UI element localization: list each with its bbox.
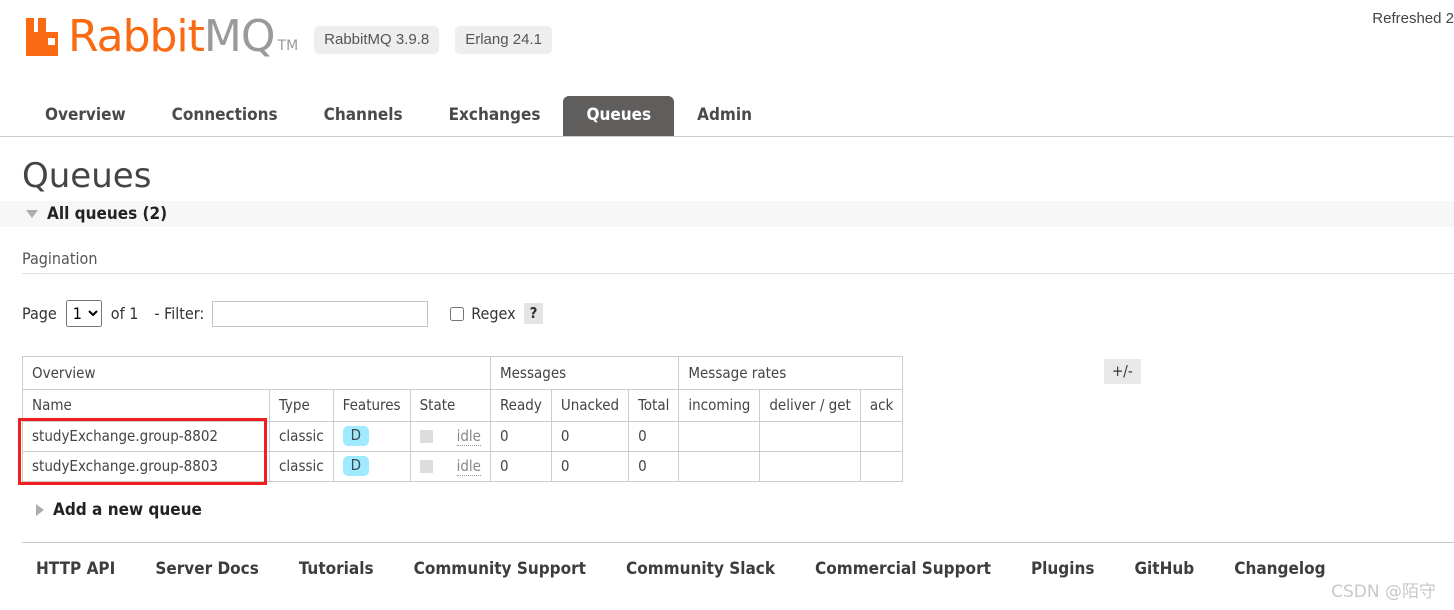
- footer-link-server-docs[interactable]: Server Docs: [155, 559, 259, 579]
- footer-link-tutorials[interactable]: Tutorials: [299, 559, 374, 579]
- queue-state: idle: [409, 451, 491, 482]
- pagination-section-label: Pagination: [22, 249, 98, 268]
- tab-overview[interactable]: Overview: [22, 96, 149, 136]
- tab-connections[interactable]: Connections: [149, 96, 301, 136]
- tab-channels[interactable]: Channels: [301, 96, 426, 136]
- all-queues-section-header[interactable]: All queues (2): [0, 201, 1454, 227]
- group-header-message-rates: Message rates: [678, 356, 904, 390]
- refreshed-status: Refreshed 2: [1372, 10, 1454, 27]
- column-header-ready[interactable]: Ready: [489, 389, 552, 422]
- rabbit-logo-icon: [26, 18, 58, 56]
- footer-link-community-slack[interactable]: Community Slack: [626, 559, 775, 579]
- messages-total: 0: [628, 451, 680, 482]
- all-queues-label: All queues (2): [47, 204, 168, 224]
- regex-checkbox[interactable]: [450, 306, 465, 321]
- footer-link-changelog[interactable]: Changelog: [1234, 559, 1325, 579]
- queue-features: D: [332, 421, 411, 452]
- queues-table: Overview Messages Message rates Name Typ…: [22, 356, 904, 482]
- queue-name-link[interactable]: studyExchange.group-8803: [22, 451, 270, 482]
- main-navigation-tabs: Overview Connections Channels Exchanges …: [0, 92, 1454, 137]
- divider: [22, 542, 1454, 543]
- rate-ack: [859, 421, 904, 452]
- column-header-features: Features: [332, 389, 411, 422]
- tab-queues[interactable]: Queues: [563, 96, 675, 136]
- add-queue-label: Add a new queue: [53, 500, 202, 520]
- column-header-type[interactable]: Type: [269, 389, 334, 422]
- toggle-columns-button[interactable]: +/-: [1104, 359, 1141, 384]
- table-column-header-row: Name Type Features State Ready Unacked T…: [22, 389, 904, 422]
- footer-links: HTTP API Server Docs Tutorials Community…: [36, 559, 1454, 579]
- regex-help-icon[interactable]: ?: [523, 303, 544, 324]
- filter-label: - Filter:: [154, 304, 205, 323]
- logo-trademark: TM: [277, 38, 299, 54]
- page-total-label: of 1: [110, 304, 139, 323]
- triangle-down-icon: [26, 210, 38, 218]
- column-header-deliver-get[interactable]: deliver / get: [759, 389, 861, 422]
- divider: [22, 273, 1454, 274]
- messages-total: 0: [628, 421, 680, 452]
- add-a-new-queue-section-header[interactable]: Add a new queue: [36, 500, 1454, 520]
- footer-link-plugins[interactable]: Plugins: [1031, 559, 1095, 579]
- brand-row: RabbitMQ TM RabbitMQ 3.9.8 Erlang 24.1: [24, 15, 552, 59]
- group-header-messages: Messages: [489, 356, 680, 390]
- column-header-ack[interactable]: ack: [859, 389, 904, 422]
- messages-unacked: 0: [550, 451, 630, 482]
- rate-incoming: [678, 421, 761, 452]
- state-swatch-icon: [419, 459, 433, 473]
- queue-features: D: [332, 451, 411, 482]
- rate-incoming: [678, 451, 761, 482]
- regex-control: Regex ?: [450, 303, 544, 324]
- state-swatch-icon: [419, 429, 433, 443]
- column-header-incoming[interactable]: incoming: [678, 389, 761, 422]
- logo-word-mq: MQ: [203, 11, 276, 62]
- queue-type: classic: [269, 421, 334, 452]
- pagination-section: Pagination: [22, 249, 1454, 274]
- rate-ack: [859, 451, 904, 482]
- group-header-overview: Overview: [22, 356, 491, 390]
- state-label: idle: [456, 426, 481, 446]
- state-label: idle: [456, 456, 481, 476]
- filter-input[interactable]: [212, 300, 429, 327]
- durable-badge: D: [342, 456, 370, 476]
- app-header: Refreshed 2 RabbitMQ TM RabbitMQ 3.9.8 E…: [0, 0, 1454, 92]
- page-title: Queues: [22, 156, 152, 196]
- queue-state: idle: [409, 421, 491, 452]
- column-header-total[interactable]: Total: [628, 389, 680, 422]
- table-row[interactable]: studyExchange.group-8802 classic D idle …: [22, 421, 904, 452]
- logo-word-rabbit: Rabbit: [68, 11, 205, 62]
- footer-link-commercial-support[interactable]: Commercial Support: [815, 559, 991, 579]
- footer-link-http-api[interactable]: HTTP API: [36, 559, 115, 579]
- logo-wordmark: RabbitMQ: [68, 15, 276, 59]
- messages-ready: 0: [489, 451, 552, 482]
- badge-rabbitmq-version: RabbitMQ 3.9.8: [314, 26, 440, 54]
- footer-link-community-support[interactable]: Community Support: [414, 559, 586, 579]
- queue-type: classic: [269, 451, 334, 482]
- table-row[interactable]: studyExchange.group-8803 classic D idle …: [22, 451, 904, 482]
- rate-deliver-get: [759, 451, 861, 482]
- tab-admin[interactable]: Admin: [674, 96, 775, 136]
- triangle-right-icon: [36, 504, 44, 516]
- column-header-name[interactable]: Name: [22, 389, 270, 422]
- queues-table-container: Overview Messages Message rates Name Typ…: [18, 356, 1454, 485]
- page-content: Queues All queues (2) Pagination Page 1 …: [0, 137, 1454, 579]
- messages-ready: 0: [489, 421, 552, 452]
- pagination-controls: Page 1 of 1 - Filter: Regex ?: [22, 300, 1454, 327]
- footer-link-github[interactable]: GitHub: [1134, 559, 1194, 579]
- page-select[interactable]: 1: [65, 300, 102, 327]
- watermark: CSDN @陌守: [1331, 582, 1436, 602]
- rate-deliver-get: [759, 421, 861, 452]
- tab-exchanges[interactable]: Exchanges: [426, 96, 564, 136]
- queue-name-link[interactable]: studyExchange.group-8802: [22, 421, 270, 452]
- badge-erlang-version: Erlang 24.1: [455, 26, 552, 54]
- regex-label: Regex: [471, 304, 516, 323]
- table-group-header-row: Overview Messages Message rates: [22, 356, 904, 390]
- messages-unacked: 0: [550, 421, 630, 452]
- column-header-state[interactable]: State: [409, 389, 491, 422]
- page-label: Page: [22, 304, 57, 323]
- column-header-unacked[interactable]: Unacked: [550, 389, 630, 422]
- durable-badge: D: [342, 426, 370, 446]
